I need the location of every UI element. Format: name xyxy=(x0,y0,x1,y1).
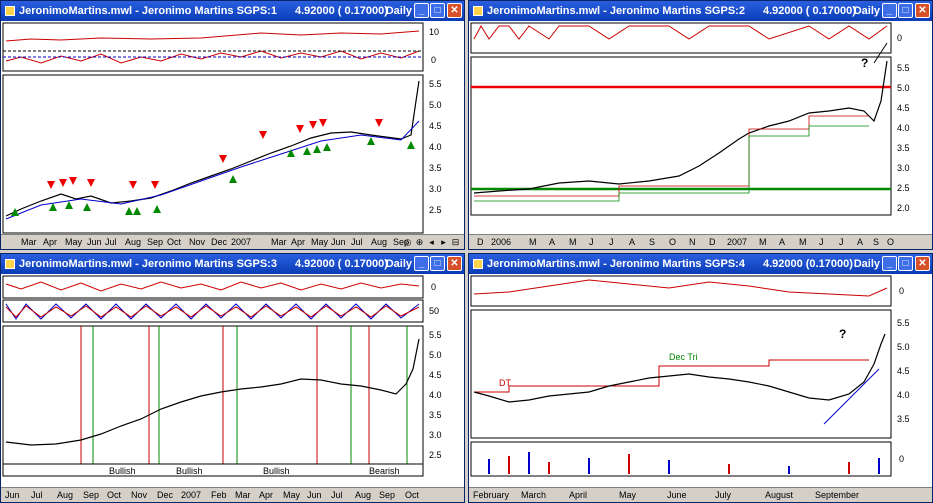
svg-text:Bullish: Bullish xyxy=(109,466,136,476)
svg-text:Bearish: Bearish xyxy=(369,466,400,476)
close-button[interactable]: ✕ xyxy=(447,3,462,18)
price-axis: 5.5 5.0 4.5 4.0 3.5 3.0 2.5 xyxy=(429,330,442,460)
svg-text:4.5: 4.5 xyxy=(429,370,442,380)
svg-text:3.0: 3.0 xyxy=(429,430,442,440)
period-label: Daily xyxy=(385,258,412,270)
svg-text:2.0: 2.0 xyxy=(897,203,910,213)
svg-text:5.5: 5.5 xyxy=(429,330,442,340)
app-icon xyxy=(473,6,483,16)
chart-area: 0 ? 5.5 5.0 4.5 4.0 3.5 3.0 2.5 2.0 xyxy=(470,22,910,216)
svg-text:2.5: 2.5 xyxy=(897,183,910,193)
app-icon xyxy=(5,6,15,16)
window-titlebar[interactable]: JeronimoMartins.mwl - Jeronimo Martins S… xyxy=(1,1,464,21)
svg-text:5.0: 5.0 xyxy=(897,83,910,93)
close-button[interactable]: ✕ xyxy=(915,3,930,18)
window-title: JeronimoMartins.mwl - Jeronimo Martins S… xyxy=(19,258,277,270)
window-titlebar[interactable]: JeronimoMartins.mwl - Jeronimo Martins S… xyxy=(469,1,932,21)
axis-label: 0 xyxy=(431,55,436,65)
close-button[interactable]: ✕ xyxy=(447,256,462,271)
svg-text:4.0: 4.0 xyxy=(897,123,910,133)
axis-label: 0 xyxy=(431,282,436,292)
maximize-button[interactable]: □ xyxy=(430,256,445,271)
svg-text:3.0: 3.0 xyxy=(897,163,910,173)
period-label: Daily xyxy=(385,5,412,17)
svg-text:5.5: 5.5 xyxy=(429,79,442,89)
price-axis: 5.5 5.0 4.5 4.0 3.5 xyxy=(897,318,910,424)
chart-area: 0 DT Dec Tri ? 5.5 5.0 4.5 4.0 3.5 0 xyxy=(470,275,910,477)
price-readout: 4.92000 (0.17000) xyxy=(762,258,853,270)
svg-text:4.0: 4.0 xyxy=(429,390,442,400)
minimize-button[interactable]: _ xyxy=(882,256,897,271)
chart-window-4[interactable]: JeronimoMartins.mwl - Jeronimo Martins S… xyxy=(468,253,933,503)
question-annotation: ? xyxy=(839,327,846,341)
maximize-button[interactable]: □ xyxy=(898,3,913,18)
app-icon xyxy=(473,259,483,269)
svg-text:Bullish: Bullish xyxy=(263,466,290,476)
dt-label: DT xyxy=(499,378,511,388)
svg-text:4.5: 4.5 xyxy=(897,366,910,376)
svg-text:3.0: 3.0 xyxy=(429,184,442,194)
app-icon xyxy=(5,259,15,269)
minimize-button[interactable]: _ xyxy=(414,256,429,271)
svg-text:3.5: 3.5 xyxy=(429,163,442,173)
window-title: JeronimoMartins.mwl - Jeronimo Martins S… xyxy=(19,5,277,17)
svg-text:3.5: 3.5 xyxy=(897,414,910,424)
price-axis: 5.5 5.0 4.5 4.0 3.5 3.0 2.5 2.0 xyxy=(897,63,910,213)
svg-text:5.5: 5.5 xyxy=(897,318,910,328)
svg-text:3.5: 3.5 xyxy=(897,143,910,153)
axis-label: 50 xyxy=(429,306,439,316)
svg-text:5.0: 5.0 xyxy=(429,100,442,110)
dec-tri-label: Dec Tri xyxy=(669,352,698,362)
time-axis: February March April May June July Augus… xyxy=(469,487,932,502)
svg-text:4.5: 4.5 xyxy=(897,103,910,113)
time-axis: D 2006 M A M J J A S O N D 2007 M A M J … xyxy=(469,234,932,249)
minimize-button[interactable]: _ xyxy=(414,3,429,18)
svg-text:2.5: 2.5 xyxy=(429,450,442,460)
price-readout: 4.92000 ( 0.17000) xyxy=(294,5,388,17)
price-readout: 4.92000 ( 0.17000) xyxy=(762,5,856,17)
svg-text:4.0: 4.0 xyxy=(429,142,442,152)
chart-nav-controls[interactable]: ◎ ⊕ ◂ ▸ ⊟ xyxy=(403,237,460,248)
maximize-button[interactable]: □ xyxy=(430,3,445,18)
chart-area: 0 50 5.5 5.0 4.5 4.0 3.5 3.0 2.5 Bullish… xyxy=(2,275,442,477)
window-title: JeronimoMartins.mwl - Jeronimo Martins S… xyxy=(487,5,745,17)
window-title: JeronimoMartins.mwl - Jeronimo Martins S… xyxy=(487,258,745,270)
minimize-button[interactable]: _ xyxy=(882,3,897,18)
svg-text:4.5: 4.5 xyxy=(429,121,442,131)
axis-label: 0 xyxy=(899,286,904,296)
period-label: Daily xyxy=(853,5,880,17)
svg-text:2.5: 2.5 xyxy=(429,205,442,215)
axis-label: 0 xyxy=(899,454,904,464)
svg-text:5.0: 5.0 xyxy=(897,342,910,352)
window-titlebar[interactable]: JeronimoMartins.mwl - Jeronimo Martins S… xyxy=(1,254,464,274)
maximize-button[interactable]: □ xyxy=(898,256,913,271)
svg-text:3.5: 3.5 xyxy=(429,410,442,420)
price-axis: 5.5 5.0 4.5 4.0 3.5 3.0 2.5 xyxy=(429,79,442,215)
svg-text:5.0: 5.0 xyxy=(429,350,442,360)
svg-text:4.0: 4.0 xyxy=(897,390,910,400)
price-readout: 4.92000 ( 0.17000) xyxy=(294,258,388,270)
chart-window-3[interactable]: JeronimoMartins.mwl - Jeronimo Martins S… xyxy=(0,253,465,503)
time-axis: Jun Jul Aug Sep Oct Nov Dec 2007 Feb Mar… xyxy=(1,487,464,502)
axis-label: 0 xyxy=(897,33,902,43)
axis-label: 10 xyxy=(429,27,439,37)
time-axis: Mar Apr May Jun Jul Aug Sep Oct Nov Dec … xyxy=(1,234,464,249)
chart-window-1[interactable]: JeronimoMartins.mwl - Jeronimo Martins S… xyxy=(0,0,465,250)
svg-text:Bullish: Bullish xyxy=(176,466,203,476)
chart-window-2[interactable]: JeronimoMartins.mwl - Jeronimo Martins S… xyxy=(468,0,933,250)
window-titlebar[interactable]: JeronimoMartins.mwl - Jeronimo Martins S… xyxy=(469,254,932,274)
svg-text:5.5: 5.5 xyxy=(897,63,910,73)
period-label: Daily xyxy=(853,258,880,270)
question-annotation: ? xyxy=(861,56,868,70)
chart-area: 10 0 5.5 5.0 4.5 4.0 3.5 3.0 2.5 xyxy=(2,22,442,234)
close-button[interactable]: ✕ xyxy=(915,256,930,271)
